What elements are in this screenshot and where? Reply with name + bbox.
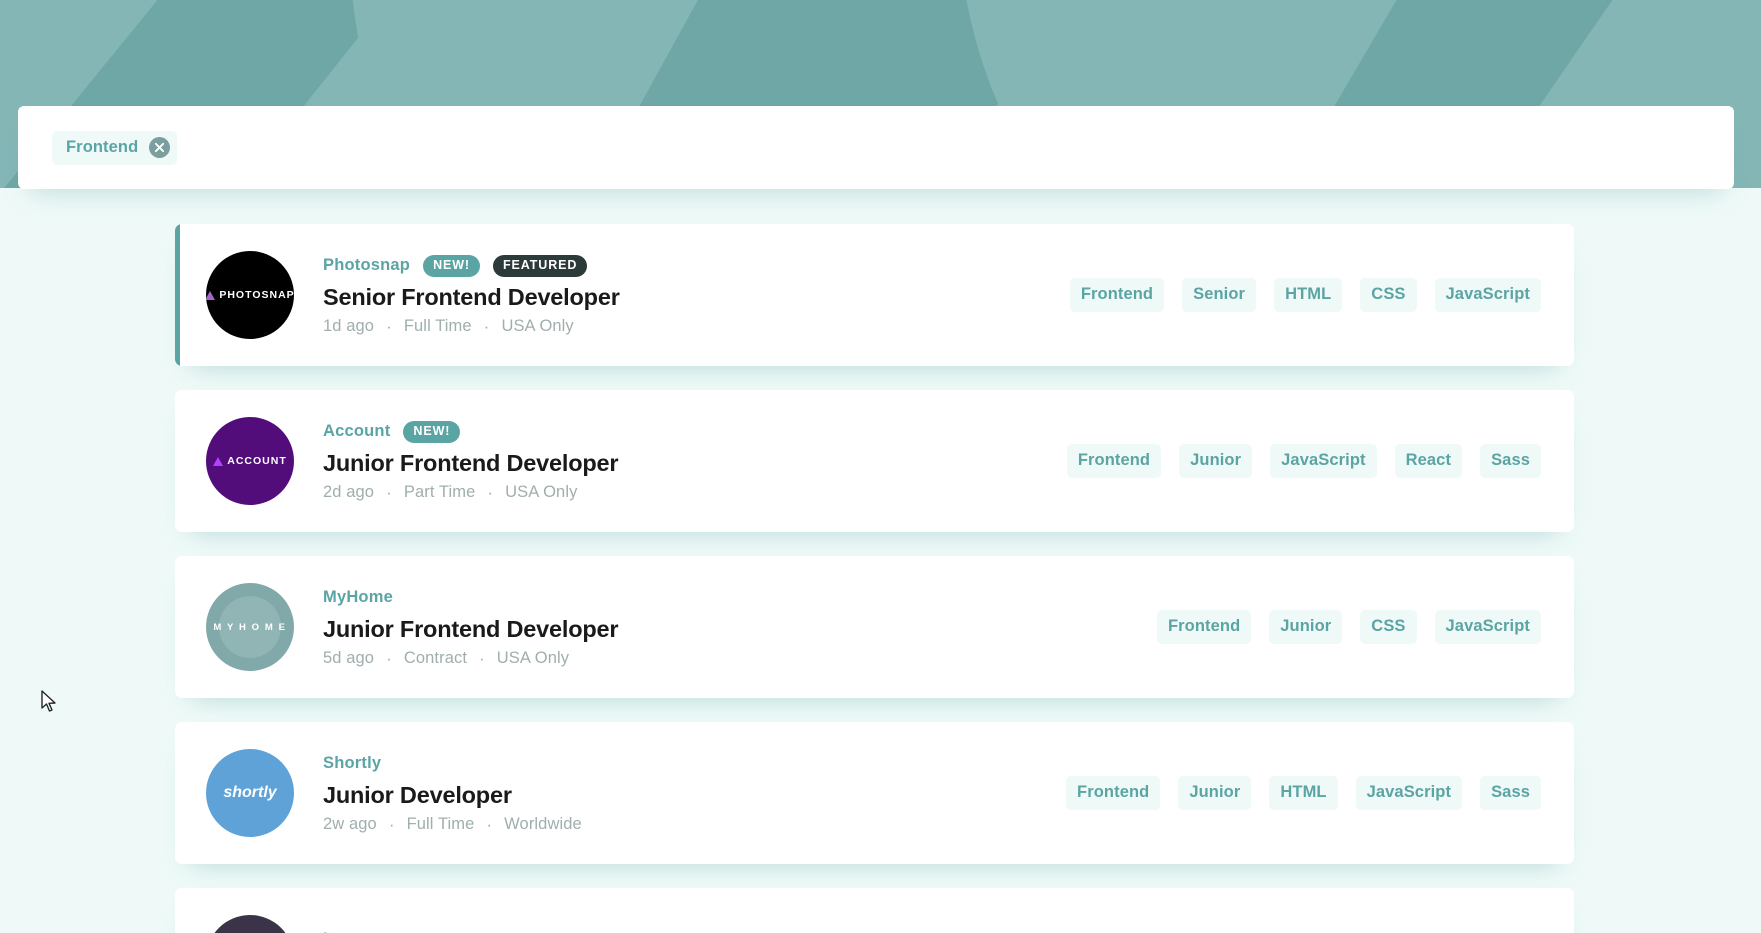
job-tag[interactable]: JavaScript [1270,444,1377,478]
meta-separator: · [479,648,485,668]
filter-bar: Frontend [18,106,1734,189]
new-badge: NEW! [403,420,461,443]
job-tags: Frontend Junior HTML JavaScript Sass [1066,776,1541,810]
job-posted-at: 5d ago [323,648,375,667]
job-info: Shortly Junior Developer 2w ago · Full T… [323,753,582,834]
job-company-row: MyHome [323,587,618,609]
job-meta: 1d ago · Full Time · USA Only [323,317,620,336]
job-tag[interactable]: Sass [1480,776,1541,810]
job-location: USA Only [496,648,570,667]
company-logo: PHOTOSNAP [206,251,294,339]
job-tag[interactable]: Junior [1178,776,1252,810]
job-posted-at: 2d ago [323,482,375,501]
featured-badge: FEATURED [493,254,588,277]
job-tag[interactable]: JavaScript [1434,278,1541,312]
job-posted-at: 1d ago [323,316,375,335]
job-tag[interactable]: HTML [1274,278,1343,312]
close-circle-icon[interactable] [149,137,171,158]
meta-separator: · [386,648,392,668]
company-name: Photosnap [323,256,411,274]
company-logo-text: M Y H O M E [213,621,287,633]
meta-separator: · [486,814,493,834]
company-logo: M Y H O M E [206,583,294,671]
job-company-row: Photosnap NEW! FEATURED [323,254,620,277]
job-tag[interactable]: CSS [1360,278,1417,312]
company-logo-text: ACCOUNT [227,455,287,467]
job-tags: Frontend Senior HTML CSS JavaScript [1069,278,1541,312]
job-location: USA Only [501,316,574,335]
job-meta: 2w ago · Full Time · Worldwide [323,815,582,834]
job-company-row: Insure [323,928,618,933]
job-info: Photosnap NEW! FEATURED Senior Frontend … [323,254,620,336]
meta-separator: · [388,814,395,834]
new-badge: NEW! [423,254,480,277]
job-title[interactable]: Junior Frontend Developer [323,616,619,643]
logo-mark-icon [213,456,224,466]
company-logo: INSURE [206,915,294,933]
meta-separator: · [386,482,392,502]
filter-chip-frontend[interactable]: Frontend [52,130,178,165]
job-tag[interactable]: Frontend [1066,776,1161,810]
job-tag[interactable]: JavaScript [1355,776,1463,810]
job-info: Account NEW! Junior Frontend Developer 2… [323,420,619,502]
company-logo-text: shortly [223,784,277,801]
job-company-row: Account NEW! [323,420,618,443]
job-card[interactable]: shortly Shortly Junior Developer 2w ago … [175,722,1574,864]
job-tag[interactable]: Frontend [1156,610,1252,644]
job-tag[interactable]: Sass [1480,444,1541,478]
job-location: USA Only [505,482,578,501]
company-logo-text: PHOTOSNAP [219,289,294,301]
meta-separator: · [483,316,490,336]
job-meta: 2d ago · Part Time · USA Only [323,483,618,502]
job-tag[interactable]: CSS [1360,610,1417,644]
job-info: MyHome Junior Frontend Developer 5d ago … [323,587,619,668]
job-tags: Frontend Junior JavaScript React Sass [1066,444,1541,478]
job-contract: Full Time [406,814,475,833]
job-card[interactable]: ACCOUNT Account NEW! Junior Frontend Dev… [175,390,1574,532]
company-name: MyHome [323,588,393,606]
job-tag[interactable]: Frontend [1066,444,1162,478]
job-title[interactable]: Junior Developer [323,782,582,809]
job-tag[interactable]: React [1394,444,1463,478]
job-meta: 5d ago · Contract · USA Only [323,649,618,668]
job-contract: Part Time [403,482,476,501]
job-info: Insure Junior Frontend Developer [323,928,618,933]
job-tag[interactable]: Junior [1179,444,1253,478]
job-title[interactable]: Junior Frontend Developer [323,450,619,477]
meta-separator: · [487,482,494,502]
job-tag[interactable]: Senior [1182,278,1257,312]
company-name: Shortly [323,754,382,772]
logo-mark-icon [206,290,216,300]
job-tag[interactable]: Frontend [1069,278,1165,312]
job-card[interactable]: M Y H O M E MyHome Junior Frontend Devel… [175,556,1574,698]
job-contract: Contract [403,648,468,667]
company-logo: shortly [206,749,294,837]
job-posted-at: 2w ago [323,814,377,833]
filter-chip-label: Frontend [66,138,139,156]
job-tag[interactable]: HTML [1269,776,1338,810]
job-title[interactable]: Senior Frontend Developer [323,284,620,311]
job-tag[interactable]: Junior [1269,610,1343,644]
job-company-row: Shortly [323,753,582,775]
job-location: Worldwide [504,814,582,833]
job-tags: Frontend Junior CSS JavaScript [1156,610,1541,644]
company-logo: ACCOUNT [206,417,294,505]
job-tag[interactable]: JavaScript [1434,610,1541,644]
job-card[interactable]: INSURE Insure Junior Frontend Developer … [175,888,1574,933]
job-contract: Full Time [403,316,472,335]
company-name: Account [323,422,391,440]
job-card[interactable]: PHOTOSNAP Photosnap NEW! FEATURED Senior… [175,224,1574,366]
meta-separator: · [386,316,392,336]
job-listings: PHOTOSNAP Photosnap NEW! FEATURED Senior… [175,224,1574,933]
company-name: Insure [323,930,374,933]
close-icon-glyph [155,142,165,153]
mouse-cursor [41,690,56,712]
